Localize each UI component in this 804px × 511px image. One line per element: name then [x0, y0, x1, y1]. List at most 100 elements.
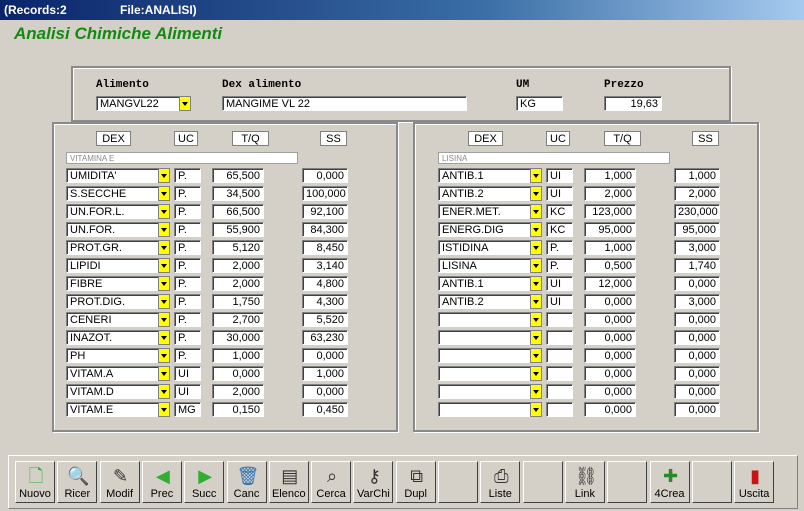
alimento-field[interactable]: MANGVL22: [96, 96, 180, 111]
right-row-uc[interactable]: [546, 366, 573, 381]
right-row-tq[interactable]: 2,000: [584, 186, 636, 201]
left-row-tq[interactable]: 66,500: [212, 204, 264, 219]
right-row-tq[interactable]: 0,000: [584, 402, 636, 417]
right-row-ss[interactable]: 0,000: [674, 276, 720, 291]
toolbar-button-varchi[interactable]: ⚷ VarChi: [353, 461, 394, 503]
right-row-dex-dropdown[interactable]: [530, 294, 542, 309]
right-row-dex[interactable]: LISINA: [438, 258, 531, 273]
right-row-dex-dropdown[interactable]: [530, 312, 542, 327]
left-row-tq[interactable]: 0,150: [212, 402, 264, 417]
right-row-dex[interactable]: ANTIB.2: [438, 186, 531, 201]
right-row-dex[interactable]: ANTIB.1: [438, 276, 531, 291]
right-row-dex[interactable]: ANTIB.1: [438, 168, 531, 183]
left-row-dex-dropdown[interactable]: [158, 366, 170, 381]
left-row-tq[interactable]: 1,750: [212, 294, 264, 309]
left-row-dex[interactable]: UN.FOR.: [66, 222, 159, 237]
right-row-tq[interactable]: 0,000: [584, 312, 636, 327]
left-row-dex-dropdown[interactable]: [158, 204, 170, 219]
left-row-tq[interactable]: 55,900: [212, 222, 264, 237]
left-row-uc[interactable]: P.: [174, 312, 201, 327]
right-row-uc[interactable]: [546, 384, 573, 399]
left-row-uc[interactable]: P.: [174, 294, 201, 309]
right-row-uc[interactable]: [546, 312, 573, 327]
right-row-uc[interactable]: P.: [546, 258, 573, 273]
toolbar-button-empty[interactable]: [438, 461, 478, 503]
left-row-uc[interactable]: MG: [174, 402, 201, 417]
right-row-dex[interactable]: [438, 384, 531, 399]
right-row-uc[interactable]: KC: [546, 222, 573, 237]
left-row-tq[interactable]: 2,000: [212, 276, 264, 291]
toolbar-button-link[interactable]: ⛓ Link: [564, 461, 605, 503]
right-row-tq[interactable]: 0,000: [584, 294, 636, 309]
toolbar-button-elenco[interactable]: ▤ Elenco: [268, 461, 309, 503]
left-row-dex-dropdown[interactable]: [158, 330, 170, 345]
right-row-dex-dropdown[interactable]: [530, 240, 542, 255]
right-row-ss[interactable]: 95,000: [674, 222, 720, 237]
left-row-ss[interactable]: 1,000: [302, 366, 348, 381]
left-row-dex[interactable]: VITAM.E: [66, 402, 159, 417]
left-row-dex[interactable]: VITAM.A: [66, 366, 159, 381]
left-row-uc[interactable]: P.: [174, 240, 201, 255]
left-row-ss[interactable]: 92,100: [302, 204, 348, 219]
um-field[interactable]: KG: [516, 96, 563, 111]
left-row-uc[interactable]: P.: [174, 186, 201, 201]
right-row-tq[interactable]: 95,000: [584, 222, 636, 237]
left-row-dex[interactable]: LIPIDI: [66, 258, 159, 273]
right-row-dex-dropdown[interactable]: [530, 330, 542, 345]
right-row-dex-dropdown[interactable]: [530, 258, 542, 273]
left-row-dex[interactable]: UMIDITA': [66, 168, 159, 183]
right-row-tq[interactable]: 123,000: [584, 204, 636, 219]
left-row-dex[interactable]: CENERI: [66, 312, 159, 327]
left-row-ss[interactable]: 4,800: [302, 276, 348, 291]
left-row-dex-dropdown[interactable]: [158, 402, 170, 417]
right-row-tq[interactable]: 0,500: [584, 258, 636, 273]
right-row-dex-dropdown[interactable]: [530, 168, 542, 183]
left-row-dex-dropdown[interactable]: [158, 258, 170, 273]
right-row-tq[interactable]: 12,000: [584, 276, 636, 291]
left-row-dex[interactable]: VITAM.D: [66, 384, 159, 399]
right-row-tq[interactable]: 0,000: [584, 366, 636, 381]
left-row-ss[interactable]: 84,300: [302, 222, 348, 237]
right-row-dex-dropdown[interactable]: [530, 186, 542, 201]
right-row-dex-dropdown[interactable]: [530, 204, 542, 219]
left-row-ss[interactable]: 100,000: [302, 186, 348, 201]
toolbar-button-prec[interactable]: ◀ Prec: [141, 461, 182, 503]
left-row-uc[interactable]: UI: [174, 366, 201, 381]
left-row-tq[interactable]: 65,500: [212, 168, 264, 183]
toolbar-button-cerca[interactable]: ⌕ Cerca: [311, 461, 352, 503]
toolbar-button-liste[interactable]: ⎙ Liste: [480, 461, 521, 503]
toolbar-button-empty[interactable]: [691, 461, 732, 503]
left-row-tq[interactable]: 1,000: [212, 348, 264, 363]
toolbar-button-succ[interactable]: ▶ Succ: [184, 461, 225, 503]
prezzo-field[interactable]: 19,63: [604, 96, 662, 111]
right-row-ss[interactable]: 3,000: [674, 294, 720, 309]
left-row-tq[interactable]: 5,120: [212, 240, 264, 255]
left-row-dex-dropdown[interactable]: [158, 240, 170, 255]
left-row-dex-dropdown[interactable]: [158, 186, 170, 201]
right-row-dex[interactable]: [438, 312, 531, 327]
right-row-uc[interactable]: UI: [546, 294, 573, 309]
left-row-ss[interactable]: 0,000: [302, 168, 348, 183]
right-row-dex-dropdown[interactable]: [530, 348, 542, 363]
left-row-dex[interactable]: FIBRE: [66, 276, 159, 291]
left-row-tq[interactable]: 34,500: [212, 186, 264, 201]
left-row-dex-dropdown[interactable]: [158, 222, 170, 237]
right-row-uc[interactable]: UI: [546, 168, 573, 183]
left-row-ss[interactable]: 3,140: [302, 258, 348, 273]
left-row-dex[interactable]: UN.FOR.L.: [66, 204, 159, 219]
left-row-ss[interactable]: 4,300: [302, 294, 348, 309]
toolbar-button-uscita[interactable]: ▮ Uscita: [734, 461, 775, 503]
right-row-ss[interactable]: 2,000: [674, 186, 720, 201]
left-row-tq[interactable]: 2,700: [212, 312, 264, 327]
right-row-dex-dropdown[interactable]: [530, 222, 542, 237]
right-row-dex[interactable]: [438, 330, 531, 345]
toolbar-button-dupl[interactable]: ⧉ Dupl: [395, 461, 436, 503]
left-row-dex[interactable]: PROT.DIG.: [66, 294, 159, 309]
right-row-dex[interactable]: ISTIDINA: [438, 240, 531, 255]
toolbar-button-modif[interactable]: ✎ Modif: [99, 461, 140, 503]
right-row-tq[interactable]: 1,000: [584, 168, 636, 183]
left-row-uc[interactable]: UI: [174, 384, 201, 399]
right-row-uc[interactable]: KC: [546, 204, 573, 219]
left-row-dex-dropdown[interactable]: [158, 384, 170, 399]
right-row-tq[interactable]: 0,000: [584, 384, 636, 399]
